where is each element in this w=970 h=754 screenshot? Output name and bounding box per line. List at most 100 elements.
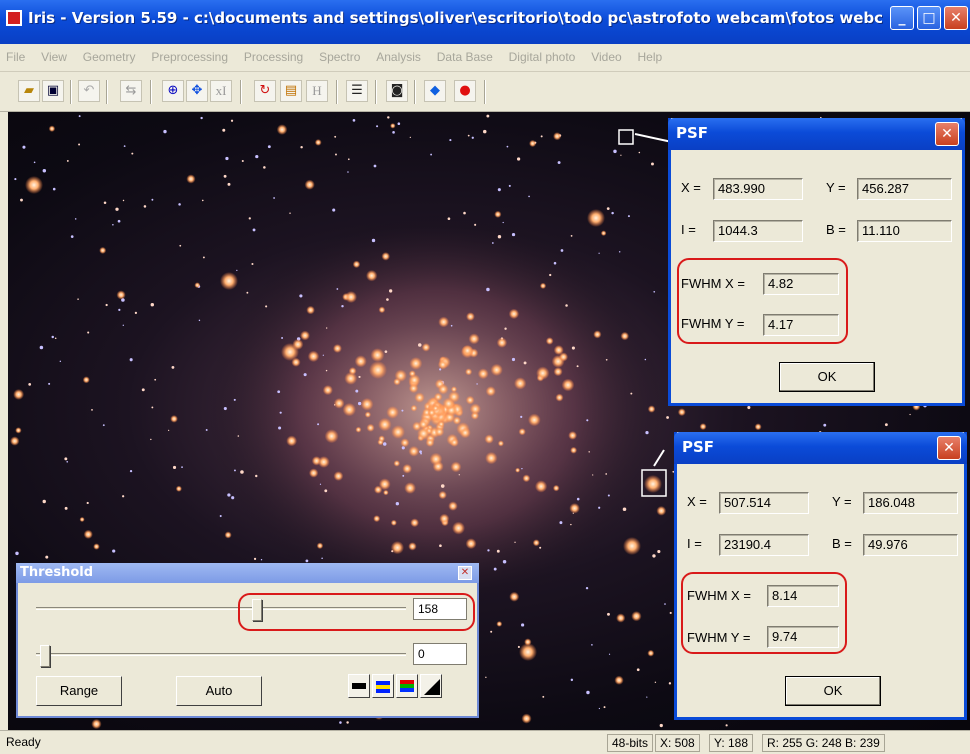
psf1-x-field[interactable]: 483.990 [713,178,803,200]
star [409,136,411,138]
rainbow-palette-button[interactable] [396,674,418,698]
menu-view[interactable]: View [35,44,73,64]
flip-icon[interactable]: ⇆ [120,80,142,102]
psf2-fwhmy-field[interactable]: 9.74 [767,626,839,648]
star [15,427,22,434]
menu-digital-photo[interactable]: Digital photo [503,44,582,64]
blue-yellow-palette-button[interactable] [372,674,394,698]
star [59,360,62,363]
red-dot-icon[interactable]: ● [454,80,476,102]
psf1-i-field[interactable]: 1044.3 [713,220,803,242]
menu-processing[interactable]: Processing [238,44,309,64]
low-threshold-input[interactable]: 0 [413,643,467,665]
menu-database[interactable]: Data Base [431,44,499,64]
star [534,480,548,493]
low-slider-track[interactable] [36,653,406,656]
crosshair-icon[interactable]: ⊕ [162,80,184,102]
app-icon [6,10,22,26]
psf2-fwhmx-label: FWHM X = [687,588,751,603]
psf-dialog-2-close-button[interactable]: ✕ [937,436,961,460]
star [373,515,381,523]
star [611,211,614,215]
maximize-button[interactable]: □ [917,6,941,30]
psf1-fwhmy-field[interactable]: 4.17 [763,314,839,336]
star [181,466,183,468]
psf2-y-field[interactable]: 186.048 [863,492,958,514]
undo-icon[interactable]: ↶ [78,80,100,102]
star [116,290,126,300]
close-button[interactable]: ✕ [944,6,968,30]
psf2-fwhmy-label: FWHM Y = [687,630,751,645]
star [490,363,503,377]
psf2-i-field[interactable]: 23190.4 [719,534,809,556]
low-slider-thumb[interactable] [40,645,50,667]
star [570,678,574,682]
diamond-icon[interactable]: ◆ [424,80,446,102]
star [91,408,93,411]
psf1-fwhmx-field[interactable]: 4.82 [763,273,839,295]
open-folder-icon[interactable]: ▰ [18,80,40,102]
star [884,423,888,427]
menu-preprocessing[interactable]: Preprocessing [145,44,234,64]
star [410,404,418,412]
mono-palette-button[interactable] [348,674,370,698]
star [358,375,361,379]
star [565,304,568,307]
histogram-icon[interactable]: ▤ [280,80,302,102]
star [496,337,508,348]
gradient-palette-button[interactable] [420,674,442,698]
psf1-b-field[interactable]: 11.110 [857,220,952,242]
range-button[interactable]: Range [36,676,122,706]
star [465,538,477,550]
star [347,158,350,161]
star [402,474,405,477]
star [656,505,667,516]
star [438,490,447,500]
minimize-button[interactable]: _ [890,6,914,30]
menu-video[interactable]: Video [585,44,627,64]
star [263,166,266,169]
menu-file[interactable]: File [0,44,31,64]
psf2-fwhmx-field[interactable]: 8.14 [767,585,839,607]
auto-button[interactable]: Auto [176,676,262,706]
psf1-ok-button[interactable]: OK [779,362,875,392]
psf2-b-label: B = [832,536,852,551]
psf2-x-field[interactable]: 507.514 [719,492,809,514]
star [429,452,443,466]
star [200,116,203,120]
menu-help[interactable]: Help [632,44,669,64]
save-icon[interactable]: ▣ [42,80,64,102]
star [515,467,521,473]
star [502,560,507,564]
star [122,495,125,498]
psf-dialog-1-close-button[interactable]: ✕ [935,122,959,146]
psf2-b-field[interactable]: 49.976 [863,534,958,556]
star [404,482,416,494]
camera-icon[interactable]: ◙ [386,80,408,102]
threshold-close-button[interactable]: ✕ [458,566,472,580]
star [592,474,594,476]
h-icon[interactable]: H [306,80,328,102]
star [260,559,263,561]
psf2-i-label: I = [687,536,702,551]
star [521,623,525,627]
list-icon[interactable]: ☰ [346,80,368,102]
menu-spectro[interactable]: Spectro [313,44,366,64]
menu-geometry[interactable]: Geometry [77,44,142,64]
rotate-icon[interactable]: ↻ [254,80,276,102]
move-icon[interactable]: ✥ [186,80,208,102]
xi-icon[interactable]: xI [210,80,232,102]
star [102,424,105,427]
star [620,154,622,156]
star [502,221,504,224]
star [496,549,500,553]
menu-analysis[interactable]: Analysis [370,44,427,64]
star [449,139,452,142]
star [70,235,74,238]
star [463,211,466,215]
psf2-ok-button[interactable]: OK [785,676,881,706]
psf1-y-field[interactable]: 456.287 [857,178,952,200]
star [497,440,504,447]
star [52,187,56,191]
star [222,128,226,132]
